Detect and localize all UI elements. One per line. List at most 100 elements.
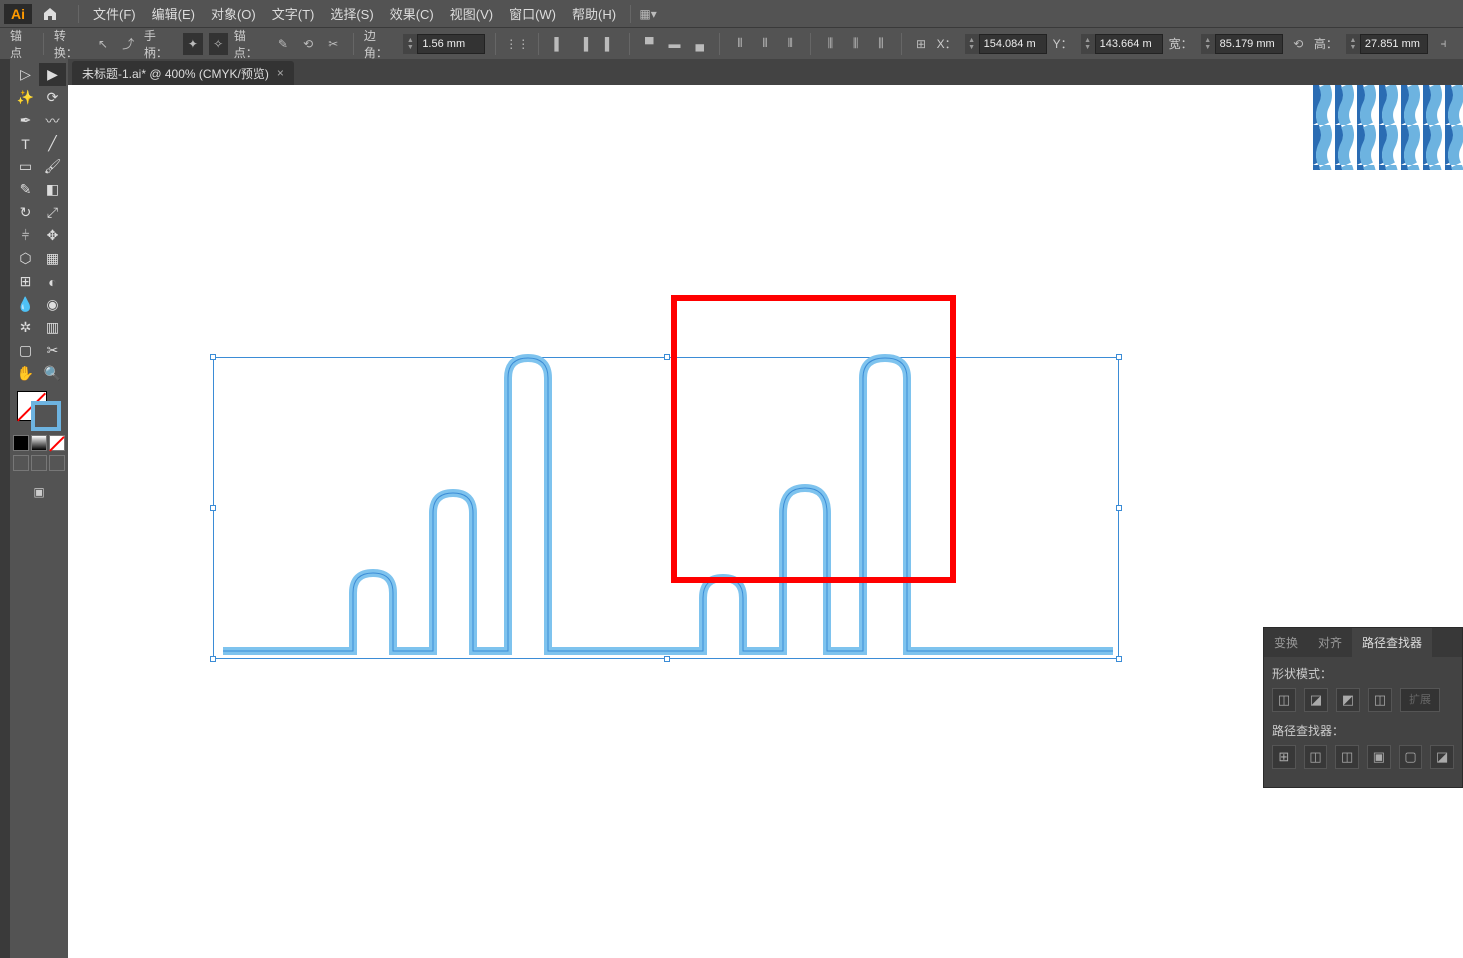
eyedropper-tool[interactable]: 💧 (12, 293, 39, 316)
align-top-icon[interactable]: ▀ (640, 33, 659, 55)
home-icon[interactable] (38, 2, 62, 26)
zoom-tool[interactable]: 🔍 (39, 362, 66, 385)
wave-pattern (1313, 85, 1463, 170)
pen-tool[interactable]: ✒ (12, 109, 39, 132)
symbol-tool[interactable]: ✲ (12, 316, 39, 339)
line-tool[interactable]: ╱ (39, 132, 66, 155)
lasso-tool[interactable]: ⟳ (39, 86, 66, 109)
handle-label: 手柄： (144, 27, 175, 61)
menu-view[interactable]: 视图(V) (442, 0, 501, 27)
menu-effect[interactable]: 效果(C) (382, 0, 442, 27)
link-wh-icon[interactable]: ⟲ (1289, 33, 1308, 55)
artwork-path[interactable] (213, 353, 1123, 663)
shaper-tool[interactable]: ✎ (12, 178, 39, 201)
dist-v2-icon[interactable]: ⫼ (846, 33, 865, 55)
menu-file[interactable]: 文件(F) (85, 0, 144, 27)
type-tool[interactable]: T (12, 132, 39, 155)
convert-corner-icon[interactable]: ↖ (93, 33, 112, 55)
merge-icon[interactable]: ◫ (1335, 745, 1359, 769)
app-logo: Ai (4, 4, 32, 24)
menu-type[interactable]: 文字(T) (264, 0, 323, 27)
align-dist-icon[interactable]: ⋮⋮ (506, 33, 528, 55)
h-input[interactable] (1360, 34, 1428, 54)
blend-tool[interactable]: ◉ (39, 293, 66, 316)
w-input[interactable] (1215, 34, 1283, 54)
anchor-cut-icon[interactable]: ✂ (324, 33, 343, 55)
y-input[interactable] (1095, 34, 1163, 54)
menu-edit[interactable]: 编辑(E) (144, 0, 203, 27)
minus-front-icon[interactable]: ◪ (1304, 688, 1328, 712)
screen-mode-icon[interactable]: ▣ (27, 481, 51, 503)
expand-button[interactable]: 扩展 (1400, 688, 1440, 712)
free-transform-tool[interactable]: ✥ (39, 224, 66, 247)
minus-back-icon[interactable]: ◪ (1430, 745, 1454, 769)
align-left-icon[interactable]: ▌ (549, 33, 568, 55)
handle-hide-icon[interactable]: ✧ (209, 33, 228, 55)
shape-builder-tool[interactable]: ⬡ (12, 247, 39, 270)
dist-h2-icon[interactable]: ⫴ (755, 33, 774, 55)
stroke-color-icon[interactable] (31, 401, 61, 431)
canvas[interactable] (68, 85, 1463, 958)
menu-object[interactable]: 对象(O) (203, 0, 264, 27)
color-mode-gradient-icon[interactable] (31, 435, 47, 451)
dist-h3-icon[interactable]: ⫴ (781, 33, 800, 55)
anchor-connect-icon[interactable]: ⟲ (298, 33, 317, 55)
align-right-icon[interactable]: ▌ (600, 33, 619, 55)
selection-tool[interactable]: ▷ (12, 63, 39, 86)
graph-tool[interactable]: ▥ (39, 316, 66, 339)
perspective-tool[interactable]: ▦ (39, 247, 66, 270)
gradient-tool[interactable]: ◐ (39, 270, 66, 293)
anchor-remove-icon[interactable]: ✎ (273, 33, 292, 55)
align-vcenter-icon[interactable]: ▬ (665, 33, 684, 55)
document-tab[interactable]: 未标题-1.ai* @ 400% (CMYK/预览) × (72, 61, 294, 85)
draw-inside-icon[interactable] (49, 455, 65, 471)
corner-input[interactable] (417, 34, 485, 54)
dist-h1-icon[interactable]: ⫴ (730, 33, 749, 55)
dist-v3-icon[interactable]: ⫼ (871, 33, 890, 55)
magic-wand-tool[interactable]: ✨ (12, 86, 39, 109)
left-panel-strip[interactable] (0, 59, 10, 958)
color-mode-solid-icon[interactable] (13, 435, 29, 451)
panel-tab-pathfinder[interactable]: 路径查找器 (1352, 628, 1432, 657)
hand-tool[interactable]: ✋ (12, 362, 39, 385)
constrain-icon[interactable]: ⫞ (1434, 33, 1453, 55)
fill-stroke-swatch[interactable] (15, 391, 63, 431)
outline-icon[interactable]: ▢ (1399, 745, 1423, 769)
w-label: 宽： (1169, 35, 1193, 52)
mesh-tool[interactable]: ⊞ (12, 270, 39, 293)
unite-icon[interactable]: ◫ (1272, 688, 1296, 712)
slice-tool[interactable]: ✂ (39, 339, 66, 362)
align-hcenter-icon[interactable]: ▐ (574, 33, 593, 55)
direct-select-tool[interactable]: ▶ (39, 63, 66, 86)
transform-ref-icon[interactable]: ⊞ (911, 33, 930, 55)
panel-tab-align[interactable]: 对齐 (1308, 628, 1352, 657)
handle-show-icon[interactable]: ✦ (183, 33, 202, 55)
x-input[interactable] (979, 34, 1047, 54)
align-bottom-icon[interactable]: ▄ (690, 33, 709, 55)
menu-window[interactable]: 窗口(W) (501, 0, 564, 27)
brush-tool[interactable]: 🖌 (39, 155, 66, 178)
convert-smooth-icon[interactable]: ⤴ (119, 33, 138, 55)
curvature-tool[interactable]: 〰 (39, 109, 66, 132)
width-tool[interactable]: ⫩ (12, 224, 39, 247)
corner-spin-icon[interactable]: ▲▼ (403, 34, 417, 54)
eraser-tool[interactable]: ◧ (39, 178, 66, 201)
artboard-tool[interactable]: ▢ (12, 339, 39, 362)
workspace-icon[interactable]: ▦▾ (637, 3, 659, 25)
exclude-icon[interactable]: ◫ (1368, 688, 1392, 712)
rect-tool[interactable]: ▭ (12, 155, 39, 178)
draw-normal-icon[interactable] (13, 455, 29, 471)
color-mode-none-icon[interactable] (49, 435, 65, 451)
draw-behind-icon[interactable] (31, 455, 47, 471)
trim-icon[interactable]: ◫ (1304, 745, 1328, 769)
close-tab-icon[interactable]: × (277, 66, 284, 80)
crop-icon[interactable]: ▣ (1367, 745, 1391, 769)
menu-help[interactable]: 帮助(H) (564, 0, 624, 27)
dist-v1-icon[interactable]: ⫼ (821, 33, 840, 55)
divide-icon[interactable]: ⊞ (1272, 745, 1296, 769)
menu-select[interactable]: 选择(S) (322, 0, 381, 27)
rotate-tool[interactable]: ↻ (12, 201, 39, 224)
scale-tool[interactable]: ⤢ (39, 201, 66, 224)
intersect-icon[interactable]: ◩ (1336, 688, 1360, 712)
panel-tab-transform[interactable]: 变换 (1264, 628, 1308, 657)
